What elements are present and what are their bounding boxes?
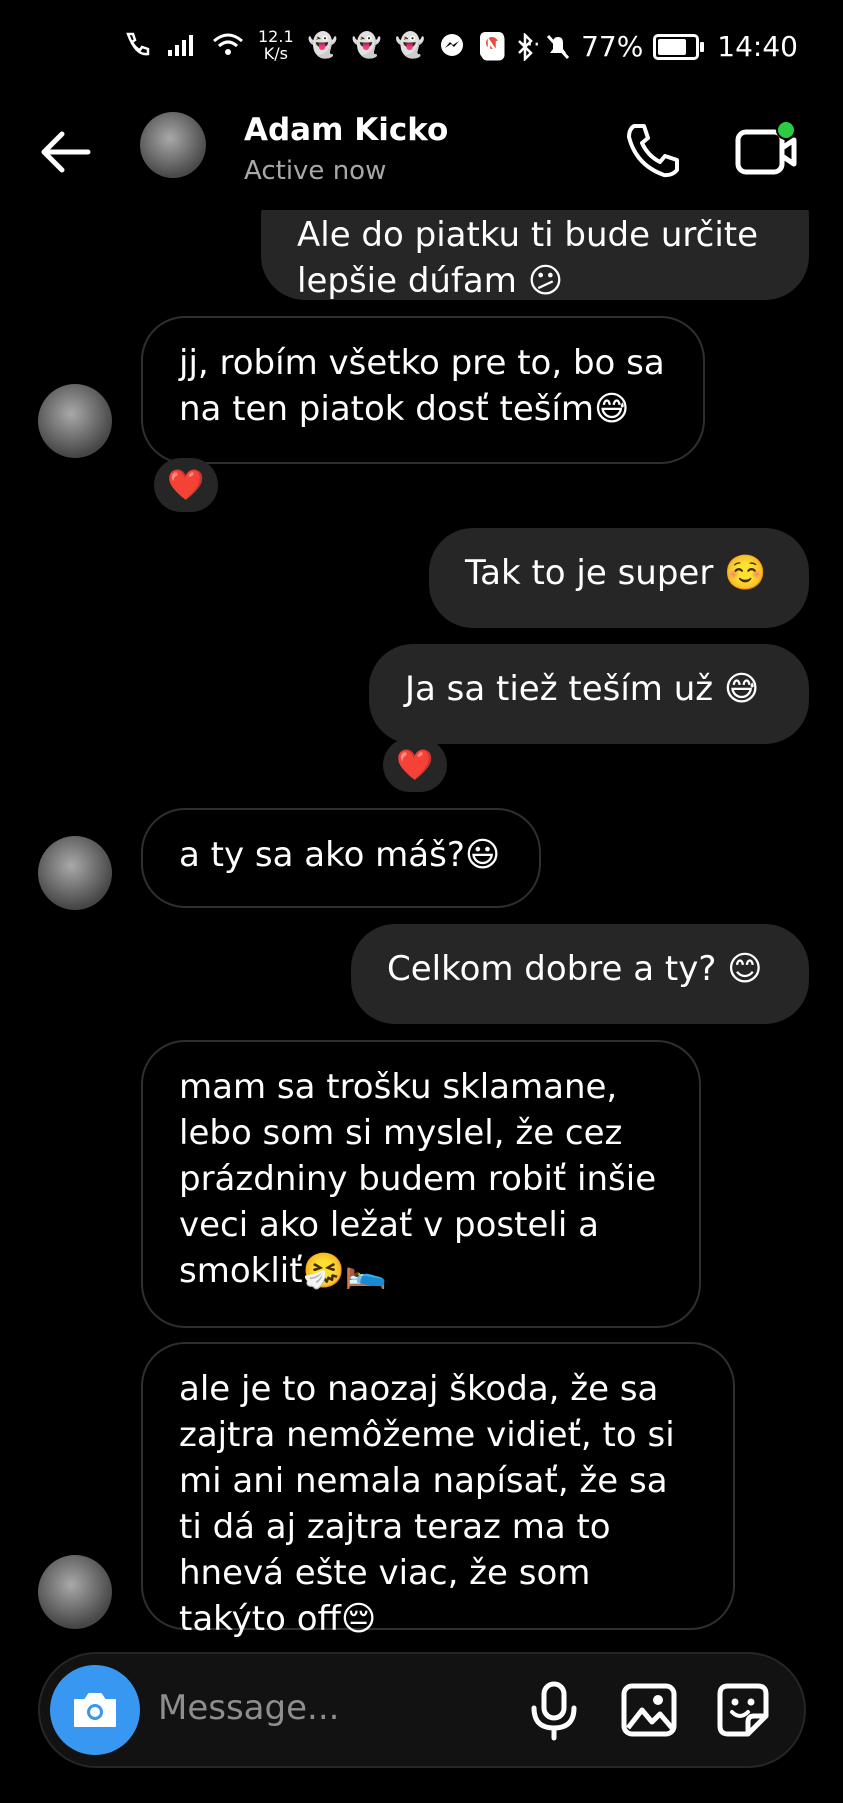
- message-input[interactable]: Message...: [158, 1688, 339, 1728]
- sticker-icon[interactable]: [712, 1678, 774, 1742]
- status-bar: 12.1 K/s 👻 👻 👻 ··· 77% 14:40: [0, 0, 843, 100]
- camera-icon: [74, 1693, 116, 1727]
- microphone-icon[interactable]: [524, 1678, 584, 1742]
- wifi-calling-icon: [126, 32, 150, 56]
- contact-name[interactable]: Adam Kicko: [244, 112, 448, 148]
- sender-avatar[interactable]: [38, 1555, 112, 1629]
- sender-avatar[interactable]: [38, 384, 112, 458]
- gallery-icon[interactable]: [618, 1678, 680, 1742]
- message-thread[interactable]: Ale do piatku ti bude určite lepšie dúfa…: [0, 172, 843, 1640]
- battery-icon: [653, 33, 705, 60]
- wifi-icon: [213, 33, 243, 55]
- phone-call-icon[interactable]: [622, 120, 684, 182]
- incoming-message[interactable]: a ty sa ako máš?😃: [141, 808, 541, 908]
- message-composer: Message...: [38, 1652, 806, 1768]
- back-arrow-icon[interactable]: [36, 122, 96, 182]
- incoming-message[interactable]: mam sa trošku sklamane, lebo som si mysl…: [141, 1040, 701, 1328]
- contact-avatar[interactable]: [140, 112, 206, 178]
- outgoing-message[interactable]: Tak to je super ☺️: [429, 528, 809, 628]
- incoming-message[interactable]: jj, robím všetko pre to, bo sa na ten pi…: [141, 316, 705, 464]
- snapchat-icon: 👻: [351, 31, 382, 59]
- clock: 14:40: [717, 30, 798, 63]
- bluetooth-icon: [518, 32, 533, 61]
- signal-icon: [168, 35, 193, 56]
- status-right: 77% 14:40: [481, 30, 798, 63]
- nfc-icon: [481, 33, 505, 60]
- camera-button[interactable]: [50, 1665, 140, 1755]
- video-call-icon[interactable]: [734, 118, 804, 178]
- outgoing-message[interactable]: Ja sa tiež teším už 😅: [369, 644, 809, 744]
- messenger-icon: [441, 34, 464, 56]
- network-speed: 12.1 K/s: [258, 27, 294, 63]
- presence-status: Active now: [244, 156, 387, 186]
- outgoing-message[interactable]: Celkom dobre a ty? 😊: [351, 924, 809, 1024]
- status-left: 12.1 K/s 👻 👻 👻 ···: [122, 28, 540, 62]
- sender-avatar[interactable]: [38, 836, 112, 910]
- reaction-heart[interactable]: ❤️: [383, 738, 447, 792]
- reaction-heart[interactable]: ❤️: [154, 458, 218, 512]
- snapchat-icon: 👻: [307, 31, 338, 59]
- incoming-message[interactable]: ale je to naozaj škoda, že sa zajtra nem…: [141, 1342, 735, 1639]
- mute-bell-icon: [546, 34, 570, 59]
- snapchat-icon: 👻: [395, 31, 426, 59]
- chat-header: Adam Kicko Active now: [0, 100, 843, 210]
- battery-percent: 77%: [581, 30, 644, 63]
